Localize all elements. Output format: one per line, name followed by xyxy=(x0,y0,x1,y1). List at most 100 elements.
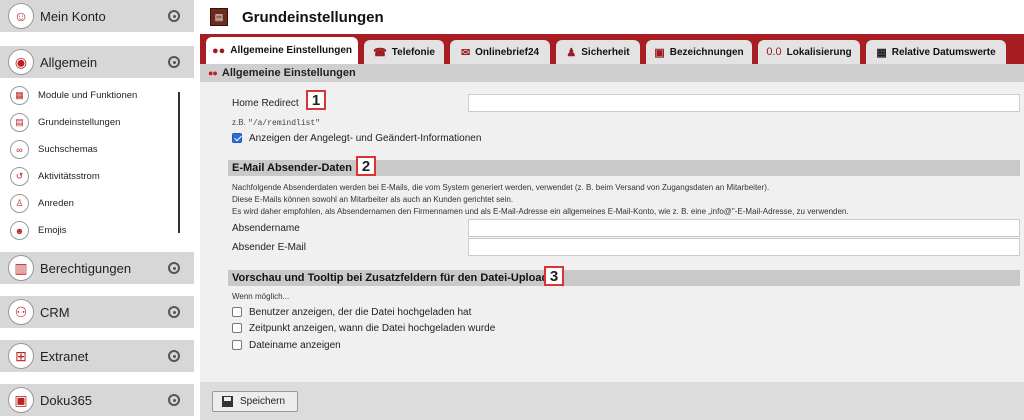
nav-label: Extranet xyxy=(40,348,89,364)
show-filename-checkbox[interactable] xyxy=(232,340,242,350)
modules-icon: ▦ xyxy=(10,86,29,105)
page-header: ▤ Grundeinstellungen xyxy=(200,0,1024,34)
gear-icon[interactable] xyxy=(168,394,180,406)
nav-label: Allgemein xyxy=(40,54,98,70)
sub-item-label: Grundeinstellungen xyxy=(38,117,121,128)
smiley-icon: ☻ xyxy=(10,221,29,240)
calendar-icon: ▦ xyxy=(876,46,887,59)
email-info-line: Es wird daher empfohlen, als Absendernam… xyxy=(232,207,849,216)
annotation-marker-3: 3 xyxy=(544,266,564,286)
phone-icon: ☎ xyxy=(373,46,387,59)
submenu-allgemein: ▦ Module und Funktionen ▤ Grundeinstellu… xyxy=(0,82,194,246)
page-title: Grundeinstellungen xyxy=(242,8,384,26)
tab-bezeichnungen[interactable]: ▣ Bezeichnungen xyxy=(646,40,752,64)
sender-name-label: Absendername xyxy=(232,223,300,234)
sub-item-grundeinstellungen[interactable]: ▤ Grundeinstellungen xyxy=(0,109,182,136)
settings-panel: ●● Allgemeine Einstellungen Home Redirec… xyxy=(200,64,1024,382)
tab-label: Onlinebrief24 xyxy=(475,46,540,58)
nav-allgemein[interactable]: ◉ Allgemein xyxy=(0,46,194,80)
save-button[interactable]: Speichern xyxy=(212,391,298,412)
home-redirect-label: Home Redirect xyxy=(232,98,299,109)
nav-berechtigungen[interactable]: ▥ Berechtigungen xyxy=(0,252,194,286)
settings-calendar-icon: ▤ xyxy=(10,113,29,132)
nav-label: Berechtigungen xyxy=(40,260,132,276)
tab-telefonie[interactable]: ☎ Telefonie xyxy=(364,40,444,64)
gear-icon[interactable] xyxy=(168,10,180,22)
section-title: Vorschau und Tooltip bei Zusatzfeldern f… xyxy=(232,272,549,284)
sender-email-label: Absender E-Mail xyxy=(232,242,306,253)
sidebar: ☺ Mein Konto ◉ Allgemein ▦ Module und Fu… xyxy=(0,0,194,420)
show-created-changed-label: Anzeigen der Angelegt- und Geändert-Info… xyxy=(249,133,482,144)
save-button-label: Speichern xyxy=(240,396,286,407)
nav-crm[interactable]: ⚇ CRM xyxy=(0,296,194,330)
sender-name-input[interactable] xyxy=(468,219,1020,237)
show-upload-time-label: Zeitpunkt anzeigen, wann die Datei hochg… xyxy=(249,323,496,334)
sub-item-aktivitaetsstrom[interactable]: ↺ Aktivitätsstrom xyxy=(0,163,182,190)
sub-item-label: Suchschemas xyxy=(38,144,98,155)
gear-icon[interactable] xyxy=(168,262,180,274)
nav-label: Mein Konto xyxy=(40,8,106,24)
tab-bar: ●● Allgemeine Einstellungen ☎ Telefonie … xyxy=(200,34,1024,64)
sender-email-input[interactable] xyxy=(468,238,1020,256)
show-created-changed-checkbox[interactable] xyxy=(232,133,242,143)
tab-sicherheit[interactable]: ♟ Sicherheit xyxy=(556,40,640,64)
footer-bar: Speichern xyxy=(200,382,1024,420)
home-redirect-hint: z.B. "/a/remindlist" xyxy=(232,118,320,128)
submenu-scrollbar[interactable] xyxy=(178,92,180,233)
home-redirect-input[interactable] xyxy=(468,94,1020,112)
locale-icon: 0.0 xyxy=(766,46,782,58)
panel-heading: ●● Allgemeine Einstellungen xyxy=(200,64,1024,82)
dots-icon: ●● xyxy=(208,68,218,78)
sub-item-suchschemas[interactable]: ∞ Suchschemas xyxy=(0,136,182,163)
people-icon: ⚇ xyxy=(8,299,34,325)
document-icon: ▣ xyxy=(8,387,34,413)
tab-label: Lokalisierung xyxy=(786,46,852,58)
show-upload-time-checkbox[interactable] xyxy=(232,323,242,333)
sub-item-label: Anreden xyxy=(38,198,74,209)
annotation-marker-2: 2 xyxy=(356,156,376,176)
nav-label: Doku365 xyxy=(40,392,93,408)
letter-icon: ✉ xyxy=(460,46,471,59)
section-title: E-Mail Absender-Daten xyxy=(232,162,353,174)
sub-item-anreden[interactable]: ♙ Anreden xyxy=(0,190,182,217)
tab-onlinebrief24[interactable]: ✉ Onlinebrief24 xyxy=(450,40,550,64)
preview-section-heading: Vorschau und Tooltip bei Zusatzfeldern f… xyxy=(228,270,1020,286)
tab-label: Sicherheit xyxy=(581,46,630,58)
preview-note: Wenn möglich... xyxy=(232,292,290,301)
panel-title: Allgemeine Einstellungen xyxy=(221,67,356,79)
person-icon: ♙ xyxy=(10,194,29,213)
gear-icon[interactable] xyxy=(168,306,180,318)
show-uploader-checkbox[interactable] xyxy=(232,307,242,317)
nav-mein-konto[interactable]: ☺ Mein Konto xyxy=(0,0,194,34)
user-icon: ☺ xyxy=(8,3,34,29)
dots-icon: ●● xyxy=(212,44,226,57)
sub-item-emojis[interactable]: ☻ Emojis xyxy=(0,217,182,244)
nav-label: CRM xyxy=(40,304,70,320)
tab-allgemeine-einstellungen[interactable]: ●● Allgemeine Einstellungen xyxy=(206,37,358,64)
nav-doku365[interactable]: ▣ Doku365 xyxy=(0,384,194,418)
disc-icon: ◉ xyxy=(8,49,34,75)
email-info-line: Nachfolgende Absenderdaten werden bei E-… xyxy=(232,183,770,192)
main-content: ▤ Grundeinstellungen ●● Allgemeine Einst… xyxy=(200,0,1024,420)
security-icon: ♟ xyxy=(566,46,577,59)
floppy-disk-icon xyxy=(222,396,233,407)
email-section-heading: E-Mail Absender-Daten xyxy=(228,160,1020,176)
tab-label: Relative Datumswerte xyxy=(891,46,996,58)
email-info-line: Diese E-Mails können sowohl an Mitarbeit… xyxy=(232,195,514,204)
gear-icon[interactable] xyxy=(168,350,180,362)
sub-item-module[interactable]: ▦ Module und Funktionen xyxy=(0,82,182,109)
binoculars-icon: ∞ xyxy=(10,140,29,159)
sub-item-label: Emojis xyxy=(38,225,67,236)
nav-extranet[interactable]: ⊞ Extranet xyxy=(0,340,194,374)
tab-lokalisierung[interactable]: 0.0 Lokalisierung xyxy=(758,40,860,64)
tab-relative-datumswerte[interactable]: ▦ Relative Datumswerte xyxy=(866,40,1006,64)
network-icon: ⊞ xyxy=(8,343,34,369)
settings-calendar-icon: ▤ xyxy=(210,8,228,26)
show-filename-label: Dateiname anzeigen xyxy=(249,340,341,351)
hint-code: "/a/remindlist" xyxy=(248,119,321,128)
sub-item-label: Aktivitätsstrom xyxy=(38,171,100,182)
annotation-marker-1: 1 xyxy=(306,90,326,110)
gear-icon[interactable] xyxy=(168,56,180,68)
history-icon: ↺ xyxy=(10,167,29,186)
show-uploader-label: Benutzer anzeigen, der die Datei hochgel… xyxy=(249,307,472,318)
